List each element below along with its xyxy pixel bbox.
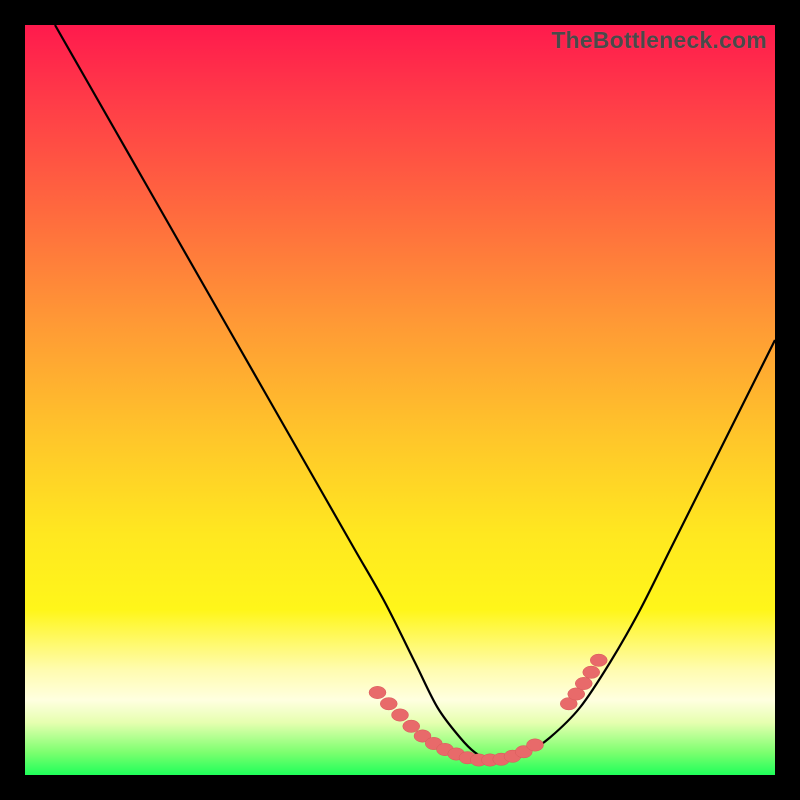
curve-marker	[392, 709, 409, 721]
curve-marker	[403, 720, 420, 732]
curve-marker	[590, 654, 607, 666]
chart-plot-area: TheBottleneck.com	[25, 25, 775, 775]
curve-marker	[575, 677, 592, 689]
curve-marker	[527, 739, 544, 751]
bottleneck-curve	[55, 25, 775, 761]
curve-marker	[380, 698, 397, 710]
curve-marker	[369, 686, 386, 698]
curve-marker	[583, 666, 600, 678]
chart-svg	[25, 25, 775, 775]
marker-group	[369, 654, 607, 766]
